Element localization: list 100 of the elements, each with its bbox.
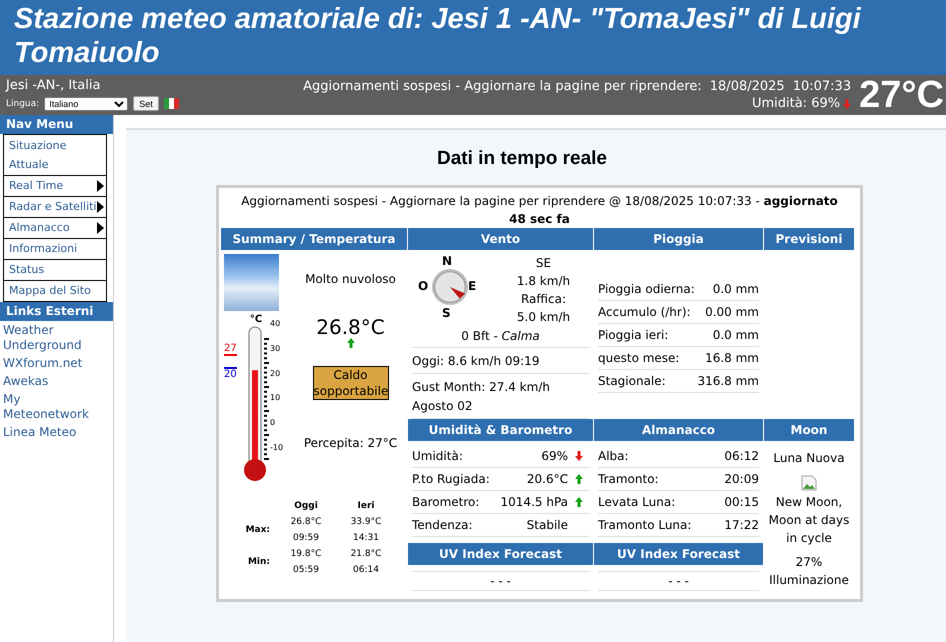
page-heading: Dati in tempo reale <box>436 148 608 170</box>
almanac-label: Levata Luna: <box>598 494 676 511</box>
rain-label: Pioggia odierna: <box>598 281 695 298</box>
links-heading: Links Esterni <box>0 302 113 321</box>
stat-time: 14:31 <box>352 533 380 543</box>
nav-menu-heading: Nav Menu <box>0 115 113 134</box>
external-link[interactable]: Weather Underground <box>0 321 113 354</box>
min-temperature-mark: 20 <box>224 367 237 380</box>
section-header: Almanacco <box>594 419 763 441</box>
language-select[interactable]: Italiano <box>44 96 128 110</box>
scale-label: 30 <box>270 344 282 353</box>
scale-label: 20 <box>270 370 282 378</box>
rain-label: Pioggia ieri: <box>598 327 668 344</box>
nav-menu-item[interactable]: Real Time <box>4 176 106 197</box>
nav-menu-item[interactable]: Radar e Satelliti <box>4 197 106 218</box>
update-status: Aggiornamenti sospesi - Aggiornare la pagine per riprendere: <box>303 78 702 95</box>
rain-label: questo mese: <box>598 350 680 367</box>
almanac-value: 20:09 <box>724 471 759 488</box>
section-header: UV Index Forecast <box>594 543 763 565</box>
update-notice: Aggiornamenti sospesi - Aggiornare la pagine per riprendere @ 18/08/2025 10:07:33 - aggiornato 48 sec fa <box>240 193 839 228</box>
measure-label: P.to Rugiada: <box>412 471 490 488</box>
measure-value: 20.6°C <box>526 471 568 488</box>
measure-label: Barometro: <box>412 494 480 511</box>
nav-menu-item[interactable]: Informazioni <box>4 239 106 260</box>
section-header: Moon <box>764 419 854 441</box>
rain-value: 316.8 mm <box>697 373 759 390</box>
uv-forecast-value: - - - <box>490 574 511 588</box>
compass-east-label: E <box>468 279 476 293</box>
measure-label: Tendenza: <box>412 517 473 534</box>
column-header: Oggi <box>293 501 319 511</box>
wind-direction: SE <box>536 255 552 272</box>
almanac-value: 06:12 <box>724 448 759 465</box>
compass-west-label: O <box>418 279 428 293</box>
rain-label: Accumulo (/hr): <box>598 304 691 321</box>
thermometer-bulb <box>244 459 266 481</box>
uv-forecast-value: - - - <box>668 574 689 588</box>
gust-speed: 5.0 km/h <box>516 309 570 326</box>
nav-menu-item[interactable]: Almanacco <box>4 218 106 239</box>
column-header: Ieri <box>356 501 376 511</box>
measure-value: 1014.5 hPa <box>500 494 568 511</box>
set-button[interactable]: Set <box>133 96 159 111</box>
nav-menu-item[interactable]: Mappa del Sito <box>4 281 106 301</box>
stat-time: 09:59 <box>292 533 320 543</box>
stat-temperature: 26.8°C <box>290 517 322 527</box>
section-header: Summary / Temperatura <box>221 228 407 250</box>
compass-south-label: S <box>442 306 451 320</box>
row-label: Max: <box>244 525 271 535</box>
update-date: 18/08/2025 <box>710 78 785 95</box>
current-temperature: 27°C <box>859 75 945 115</box>
illumination-value: 27% <box>796 554 822 571</box>
scale-label: 10 <box>270 394 282 402</box>
cloudy-sky-photo <box>224 254 279 311</box>
section-header: Previsioni <box>764 228 854 250</box>
site-title: Stazione meteo amatoriale di: Jesi 1 -AN- "TomaJesi" di Luigi Tomaiuolo <box>14 2 862 70</box>
external-link[interactable]: WXforum.net <box>0 354 113 372</box>
measure-value: 69% <box>541 448 568 465</box>
external-link[interactable]: Awekas <box>0 372 113 390</box>
rain-value: 0.0 mm <box>712 281 759 298</box>
almanac-label: Alba: <box>598 448 629 465</box>
rain-value: 16.8 mm <box>705 350 759 367</box>
wind-record: Oggi: 8.6 km/h 09:19 <box>412 348 589 374</box>
moon-image-alt-text: New Moon, Moon at days in cycle <box>768 494 850 547</box>
italian-flag-icon <box>164 98 179 109</box>
measure-value: Stabile <box>526 517 568 534</box>
stat-temperature: 21.8°C <box>350 549 382 559</box>
section-header: Pioggia <box>594 228 763 250</box>
illumination-label: Illuminazione <box>769 572 849 589</box>
unit-label: °C <box>250 315 262 325</box>
nav-menu-item[interactable]: Status <box>4 260 106 281</box>
section-header: Umidità & Barometro <box>408 419 593 441</box>
external-link[interactable]: Linea Meteo <box>0 423 113 441</box>
scale-label: 40 <box>270 320 282 328</box>
condition-text: Molto nuvoloso <box>305 272 396 286</box>
max-temperature-mark: 27 <box>224 343 237 356</box>
feels-like-text: Percepita: 27°C <box>304 436 398 450</box>
scale-label: -10 <box>270 444 284 452</box>
gust-label: Raffica: <box>520 291 566 308</box>
stat-temperature: 33.9°C <box>350 517 382 527</box>
compass-north-label: N <box>442 254 452 268</box>
nav-menu-item[interactable]: Situazione Attuale <box>4 135 106 176</box>
moon-phase: Luna Nuova <box>773 450 845 467</box>
wind-speed: 1.8 km/h <box>516 273 570 290</box>
stat-time: 05:59 <box>292 565 320 575</box>
compass-drawing <box>431 268 469 306</box>
stat-time: 06:14 <box>352 565 380 575</box>
temperature-value: 26.8°C <box>316 316 385 338</box>
measure-label: Umidità: <box>412 448 463 465</box>
beaufort-text: 0 Bft - Calma <box>412 326 589 348</box>
almanac-value: 17:22 <box>724 517 759 534</box>
rain-label: Stagionale: <box>598 373 666 390</box>
comfort-label: Caldo sopportabile <box>312 366 388 400</box>
broken-image-icon <box>801 475 817 491</box>
almanac-label: Tramonto: <box>598 471 659 488</box>
humidity-text: Umidità: 69% <box>752 95 840 112</box>
almanac-value: 00:15 <box>724 494 759 511</box>
row-label: Min: <box>246 557 271 567</box>
location-text: Jesi -AN-, Italia <box>6 78 102 94</box>
section-header: UV Index Forecast <box>408 543 593 565</box>
scale-label: 0 <box>270 419 276 428</box>
external-link[interactable]: My Meteonetwork <box>0 390 113 423</box>
